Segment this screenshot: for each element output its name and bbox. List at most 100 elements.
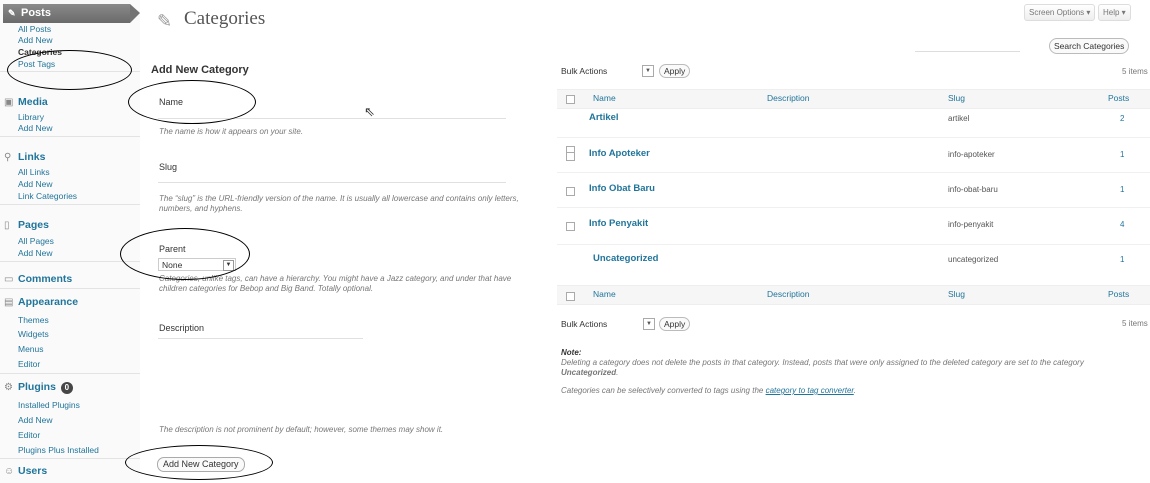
row-checkbox[interactable] [566,222,575,231]
menu-add-new-link[interactable]: Add New [18,179,53,189]
note-text-1-body: Deleting a category does not delete the … [561,358,1084,367]
annotation-oval-categories [7,50,132,90]
menu-add-new-post[interactable]: Add New [18,35,53,45]
category-slug: artikel [948,114,970,123]
screen-options-button[interactable]: Screen Options ▾ [1024,4,1096,21]
category-slug: info-apoteker [948,150,995,159]
pin-icon: ✎ [8,8,16,18]
plugins-icon: ⚙ [4,382,13,393]
category-slug: info-obat-baru [948,185,998,194]
table-footer [557,285,1150,305]
divider [0,458,140,459]
row-divider [557,137,1150,138]
category-slug: uncategorized [948,255,999,264]
menu-all-posts[interactable]: All Posts [18,24,51,34]
category-post-count[interactable]: 1 [1120,255,1124,264]
media-icon: ▣ [4,97,14,108]
menu-links[interactable]: Links [18,151,45,163]
column-description[interactable]: Description [767,289,810,299]
description-label: Description [159,323,205,333]
mouse-cursor-icon: ⇖ [364,104,375,119]
search-categories-input[interactable] [915,37,1020,52]
table-header [557,89,1150,109]
pages-icon: ▯ [4,220,10,231]
menu-media-library[interactable]: Library [18,112,44,122]
divider [0,261,140,262]
search-categories-button[interactable]: Search Categories [1049,38,1130,54]
note-text-1-strong: Uncategorized [561,368,617,377]
menu-users[interactable]: Users [18,465,47,477]
column-slug[interactable]: Slug [948,289,965,299]
menu-all-links[interactable]: All Links [18,167,50,177]
category-post-count[interactable]: 1 [1120,150,1124,159]
column-name[interactable]: Name [593,289,616,299]
row-divider [557,244,1150,245]
divider [0,373,140,374]
menu-themes[interactable]: Themes [18,315,49,325]
chevron-down-icon[interactable]: ▼ [642,65,654,77]
menu-media-add-new[interactable]: Add New [18,123,53,133]
menu-comments[interactable]: Comments [18,273,72,285]
note-text-2: Categories can be selectively converted … [561,386,857,395]
menu-add-new-page[interactable]: Add New [18,248,53,258]
column-slug[interactable]: Slug [948,93,965,103]
slug-input[interactable] [158,182,506,183]
menu-plugins[interactable]: Plugins 0 [18,381,73,394]
page-title: Categories [184,8,266,29]
category-post-count[interactable]: 1 [1120,185,1124,194]
description-textarea[interactable] [158,338,363,339]
note-label: Note: [561,348,582,357]
bulk-actions-select-top[interactable]: Bulk Actions [561,66,607,76]
select-all-checkbox[interactable] [566,292,575,301]
annotation-oval-parent [120,228,250,280]
bulk-actions-select-bottom[interactable]: Bulk Actions [561,319,607,329]
category-post-count[interactable]: 4 [1120,220,1124,229]
posts-page-icon: ✎ [157,11,173,31]
chevron-down-icon[interactable]: ▼ [643,318,655,330]
menu-pages[interactable]: Pages [18,219,49,231]
select-all-checkbox[interactable] [566,95,575,104]
menu-all-pages[interactable]: All Pages [18,236,54,246]
category-to-tag-converter-link[interactable]: category to tag converter [766,386,854,395]
menu-plugins-plus[interactable]: Plugins Plus Installed [18,445,99,455]
help-button[interactable]: Help ▾ [1098,4,1131,21]
category-name[interactable]: Info Penyakit [589,218,648,229]
row-divider [557,172,1150,173]
menu-posts[interactable]: ✎ Posts [3,4,140,23]
menu-theme-editor[interactable]: Editor [18,359,40,369]
category-name[interactable]: Info Obat Baru [589,183,655,194]
column-posts[interactable]: Posts [1108,289,1129,299]
menu-link-categories[interactable]: Link Categories [18,191,77,201]
menu-menus[interactable]: Menus [18,344,44,354]
menu-plugins-label: Plugins [18,381,56,393]
category-name[interactable]: Uncategorized [593,253,658,264]
row-checkbox[interactable] [566,152,575,161]
menu-installed-plugins[interactable]: Installed Plugins [18,400,80,410]
column-name[interactable]: Name [593,93,616,103]
column-description[interactable]: Description [767,93,810,103]
annotation-oval-name [128,80,256,124]
category-slug: info-penyakit [948,220,994,229]
menu-widgets[interactable]: Widgets [18,329,49,339]
category-post-count[interactable]: 2 [1120,114,1124,123]
category-name[interactable]: Info Apoteker [589,148,650,159]
row-divider [557,207,1150,208]
add-new-category-heading: Add New Category [151,64,249,76]
annotation-oval-add-button [125,445,273,480]
apply-button-bottom[interactable]: Apply [659,317,691,331]
menu-add-new-plugin[interactable]: Add New [18,415,53,425]
menu-posts-label: Posts [21,7,51,19]
column-posts[interactable]: Posts [1108,93,1129,103]
appearance-icon: ▤ [4,297,14,308]
divider [0,136,140,137]
menu-media[interactable]: Media [18,96,48,108]
description-hint: The description is not prominent by defa… [159,425,444,434]
category-name[interactable]: Artikel [589,112,619,123]
users-icon: ☺ [4,466,15,477]
menu-plugin-editor[interactable]: Editor [18,430,40,440]
row-checkbox[interactable] [566,187,575,196]
apply-button-top[interactable]: Apply [659,64,691,78]
name-hint: The name is how it appears on your site. [159,127,304,136]
menu-appearance[interactable]: Appearance [18,296,78,308]
divider [0,288,140,289]
